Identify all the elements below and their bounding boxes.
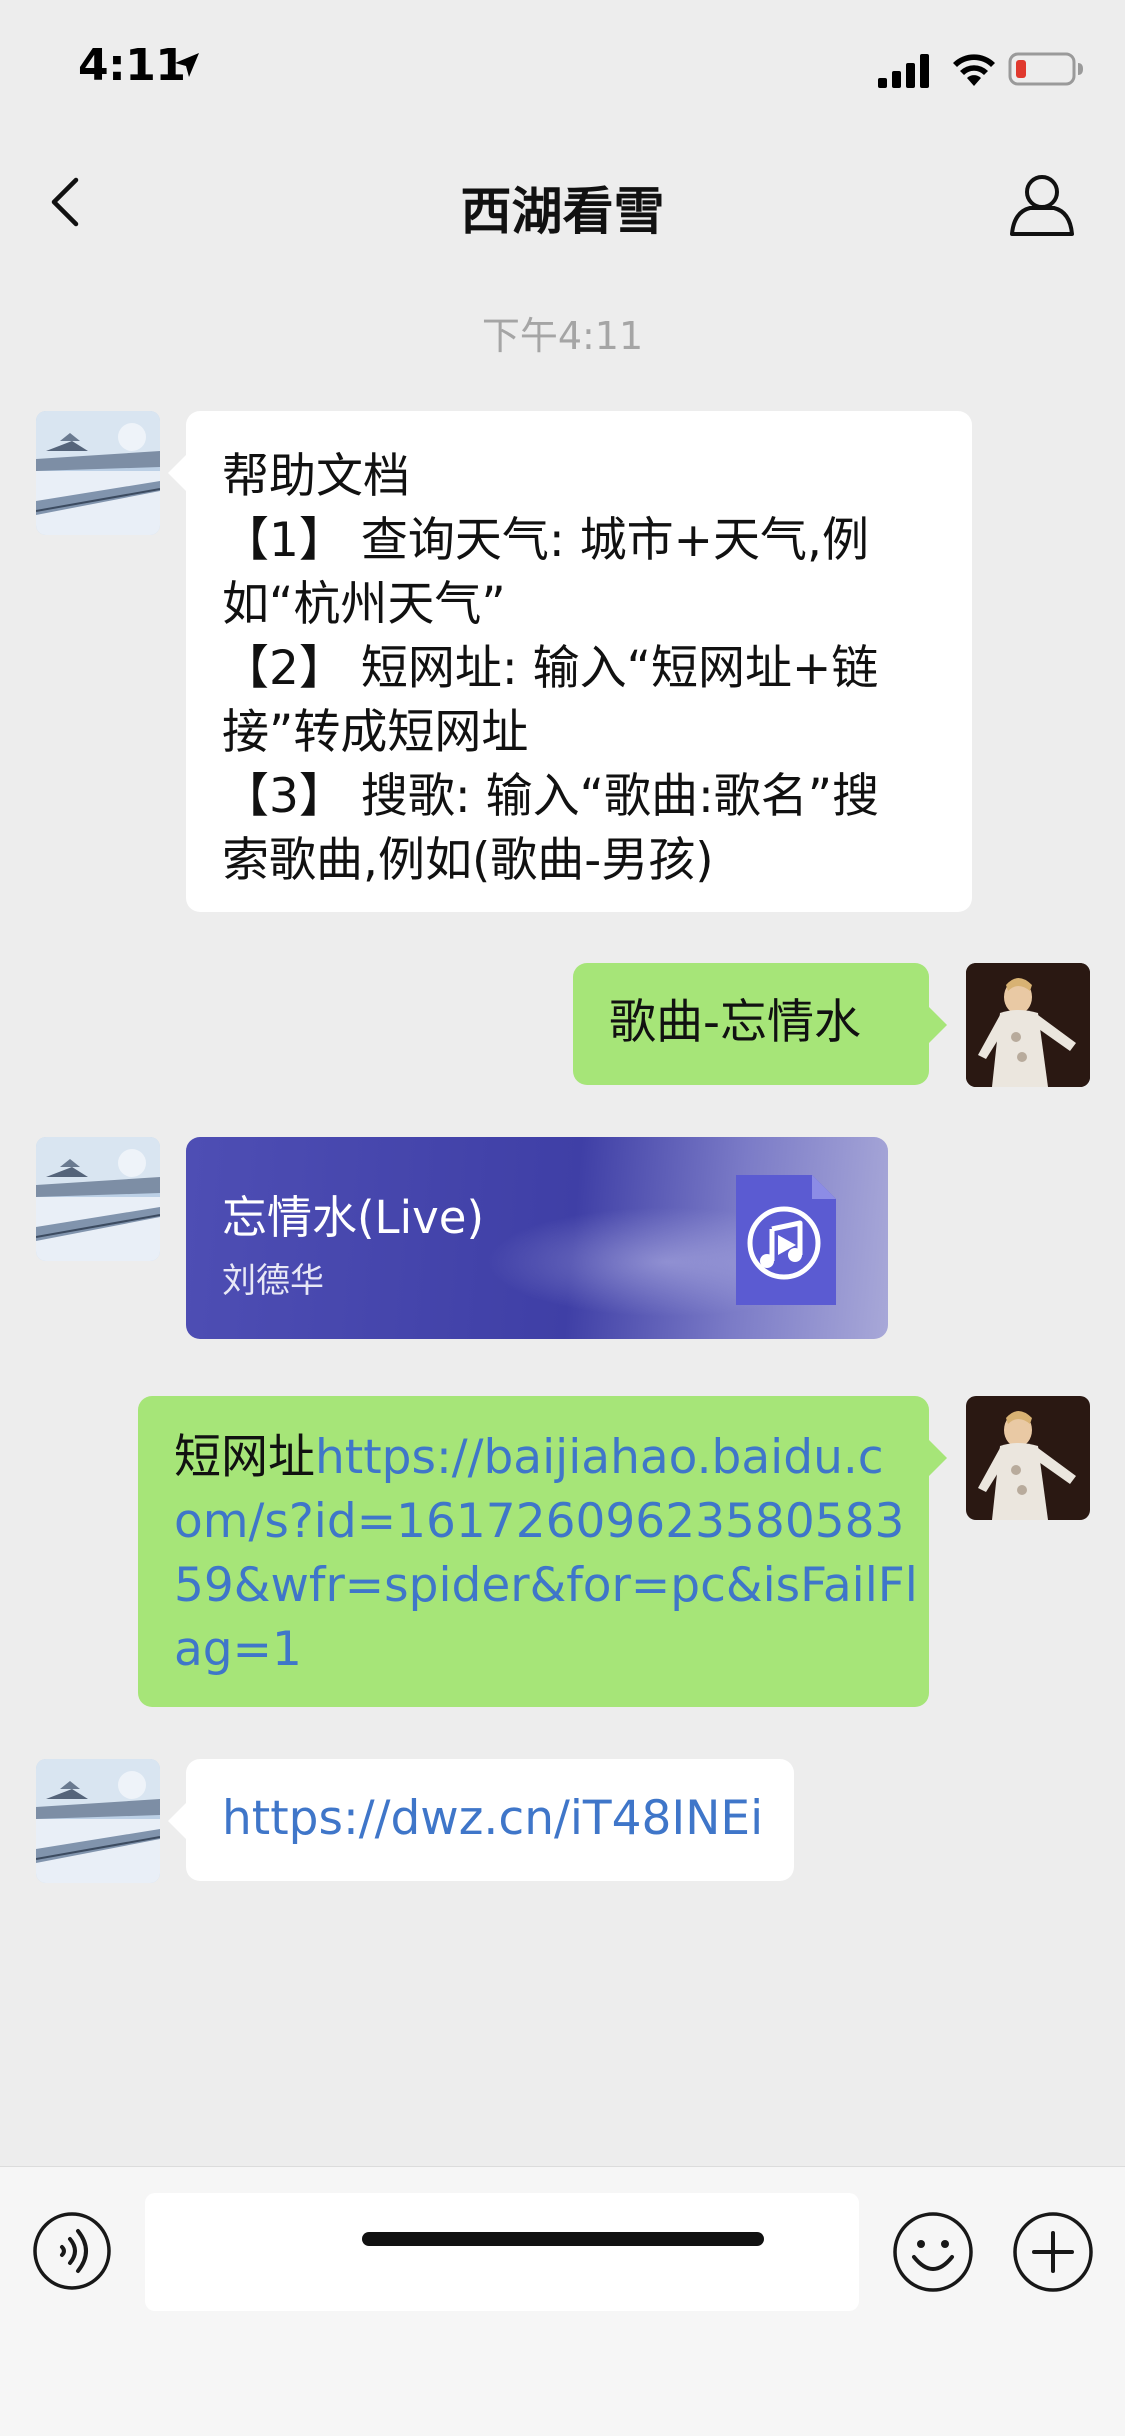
help-line: 【1】 查询天气: 城市+天气,例 xyxy=(222,513,869,568)
bot-avatar[interactable] xyxy=(36,411,160,535)
location-arrow-icon xyxy=(175,53,199,77)
song-request-bubble[interactable]: 歌曲-忘情水 xyxy=(573,963,947,1085)
profile-button[interactable] xyxy=(1006,168,1078,240)
snow-lake-avatar-image xyxy=(36,1759,160,1883)
voice-button[interactable] xyxy=(32,2211,112,2291)
long-url-link[interactable]: ag=1 xyxy=(174,1618,893,1682)
message-timestamp: 下午4:11 xyxy=(481,314,644,358)
chat-title: 西湖看雪 xyxy=(460,183,665,242)
long-url-link[interactable]: 59&wfr=spider&for=pc&isFailFl xyxy=(174,1554,918,1618)
song-request-text: 歌曲-忘情水 xyxy=(609,995,861,1050)
plus-button[interactable] xyxy=(1012,2211,1094,2293)
long-url-link[interactable]: om/s?id=16172609623580583 xyxy=(174,1490,904,1554)
chat-header: 西湖看雪 xyxy=(0,140,1125,260)
music-artist: 刘德华 xyxy=(222,1261,324,1301)
snow-lake-avatar-image xyxy=(36,1137,160,1261)
music-card[interactable]: 忘情水(Live) 刘德华 xyxy=(186,1137,888,1339)
help-line: 帮助文档 xyxy=(222,449,410,504)
user-avatar[interactable] xyxy=(966,1396,1090,1520)
user-avatar[interactable] xyxy=(966,963,1090,1087)
help-line: 【3】 搜歌: 输入“歌曲:歌名”搜 xyxy=(222,769,880,824)
music-title: 忘情水(Live) xyxy=(222,1191,485,1244)
snow-lake-avatar-image xyxy=(36,411,160,535)
battery-low-icon xyxy=(1008,52,1083,86)
status-time: 4:11 xyxy=(78,40,186,91)
emoji-button[interactable] xyxy=(892,2211,974,2293)
help-line: 如“杭州天气” xyxy=(222,577,506,632)
help-line: 索歌曲,例如(歌曲-男孩) xyxy=(222,833,714,888)
short-url-reply-bubble[interactable]: https://dwz.cn/iT48INEi xyxy=(168,1759,794,1881)
bot-avatar[interactable] xyxy=(36,1137,160,1261)
short-url-prefix: 短网址 xyxy=(174,1430,315,1485)
bot-avatar[interactable] xyxy=(36,1759,160,1883)
message-input[interactable] xyxy=(145,2193,859,2311)
wifi-icon xyxy=(953,54,995,86)
chat-screen: 4:11 西湖看雪 下午4:11 帮助文档 【1】 查询天气: 城市+天气,例 … xyxy=(0,0,1125,2436)
home-indicator[interactable] xyxy=(362,2232,764,2246)
help-line: 【2】 短网址: 输入“短网址+链 xyxy=(222,641,879,696)
short-url-line: 短网址https://baijiahao.baidu.c xyxy=(174,1426,893,1490)
input-bar xyxy=(0,2166,1125,2436)
status-bar: 4:11 xyxy=(0,0,1125,140)
help-message-bubble[interactable]: 帮助文档 【1】 查询天气: 城市+天气,例 如“杭州天气” 【2】 短网址: … xyxy=(168,411,972,912)
music-file-icon[interactable] xyxy=(734,1173,838,1307)
help-line: 接”转成短网址 xyxy=(222,705,529,760)
short-url-request-bubble[interactable]: 短网址https://baijiahao.baidu.c om/s?id=161… xyxy=(138,1396,947,1707)
performer-avatar-image xyxy=(966,1396,1090,1520)
long-url-link[interactable]: https://baijiahao.baidu.c xyxy=(315,1430,884,1485)
short-url-link[interactable]: https://dwz.cn/iT48INEi xyxy=(222,1787,763,1851)
performer-avatar-image xyxy=(966,963,1090,1087)
cellular-signal-icon xyxy=(878,54,929,88)
